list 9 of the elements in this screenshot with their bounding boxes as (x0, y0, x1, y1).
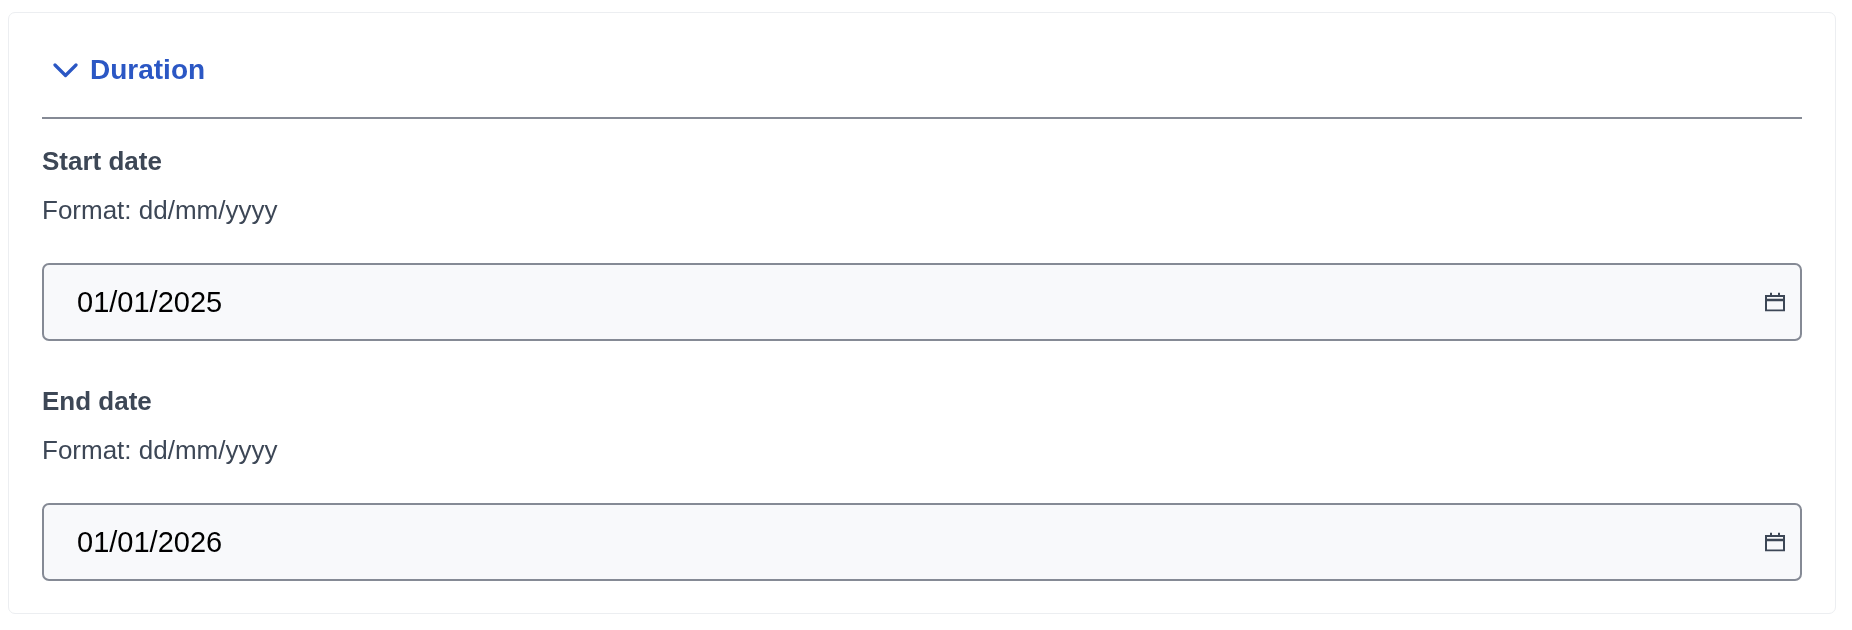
date-input[interactable]: 01/01/2026 (42, 503, 1802, 581)
date-input[interactable]: 01/01/2025 (42, 263, 1802, 341)
hint-text: Format: dd/mm/yyyy (42, 194, 278, 226)
calendar-icon[interactable] (1765, 532, 1785, 552)
field-label: End date (42, 385, 152, 417)
section-toggle[interactable]: Duration (42, 53, 206, 87)
field-label: Start date (42, 145, 162, 177)
hint-text: Format: dd/mm/yyyy (42, 434, 278, 466)
calendar-icon[interactable] (1765, 292, 1785, 312)
